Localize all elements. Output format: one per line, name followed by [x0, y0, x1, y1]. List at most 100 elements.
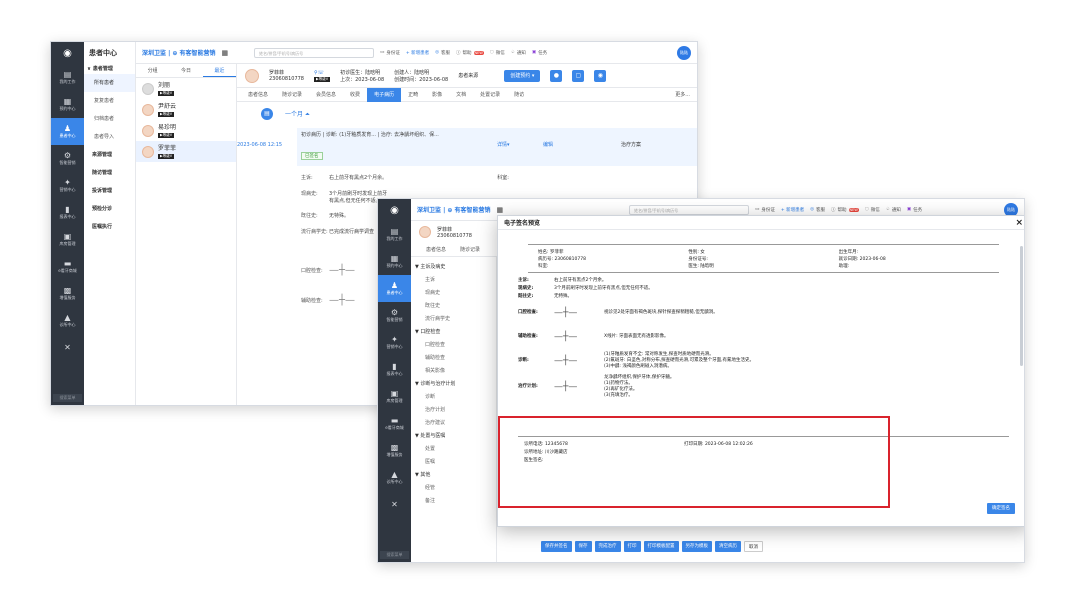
rail-item-service[interactable]: ▩ 增值服务 [378, 437, 411, 464]
tab-patient-info[interactable]: 患者信息 [241, 88, 275, 102]
wechat-button[interactable]: ◌ 微信 [490, 50, 505, 56]
menu-group-orders[interactable]: 医嘱执行 [84, 218, 135, 236]
tab-treatment[interactable]: 处置记录 [473, 88, 507, 102]
search-input[interactable]: 姓名/拼音/手机号/病历号 [629, 204, 750, 215]
customer-button[interactable]: ◎ 客服 [435, 50, 450, 56]
rail-item-appt[interactable]: ▦ 预约中心 [378, 248, 411, 275]
rail-item-appt[interactable]: ▦ 预约中心 [51, 91, 84, 118]
tab-patient-info[interactable]: 患者信息 [419, 243, 453, 257]
task-button[interactable]: ▣ 任务 [532, 50, 547, 56]
tab-charge[interactable]: 收费 [343, 88, 367, 102]
tab-today[interactable]: 今日 [169, 64, 202, 77]
menu-search[interactable]: 搜索菜单 [380, 551, 409, 559]
rail-item-sales[interactable]: ✦ 营销中心 [378, 329, 411, 356]
tab-image[interactable]: 影像 [425, 88, 449, 102]
print-button[interactable]: 打印 [623, 541, 641, 552]
list-item[interactable]: 罗菲菲 ▶等级V [136, 141, 236, 162]
rail-item-tools[interactable]: ✕ [51, 334, 84, 361]
clear-record-button[interactable]: 清空病历 [715, 541, 741, 552]
finish-button[interactable]: 完成治疗 [594, 541, 621, 552]
save-button[interactable]: 保存 [574, 541, 592, 552]
timeline-icon[interactable]: ▤ [261, 108, 273, 120]
idcard-button[interactable]: ▭ 身份证 [380, 50, 400, 56]
rail-item-marketing[interactable]: ⚙ 智能营销 [51, 145, 84, 172]
new-patient-button[interactable]: + 新增患者 [781, 207, 804, 213]
help-button[interactable]: ⓘ 帮助 NEW [831, 207, 859, 213]
rail-item-tools[interactable]: ✕ [378, 491, 411, 518]
task-button[interactable]: ▣ 任务 [907, 207, 922, 213]
rail-item-report[interactable]: ▮ 报表中心 [378, 356, 411, 383]
menu-search[interactable]: 搜索菜单 [53, 394, 82, 402]
help-button[interactable]: ⓘ 帮助 NEW [456, 50, 484, 56]
edit-link[interactable]: 编辑 [543, 141, 553, 148]
tab-more[interactable]: 更多... [668, 88, 697, 102]
rail-item-patient[interactable]: ♟ 患者中心 [51, 118, 84, 145]
rail-item-patient[interactable]: ♟ 患者中心 [378, 275, 411, 302]
menu-item-archive[interactable]: 归档患者 [84, 110, 135, 128]
tab-docs[interactable]: 文档 [449, 88, 473, 102]
avatar [142, 124, 154, 137]
menu-group-source[interactable]: 来源管理 [84, 146, 135, 164]
tooth-chart-icon: —┼— [554, 308, 578, 318]
notice-button[interactable]: ♤ 通知 [511, 50, 526, 56]
rail-item-mall[interactable]: ▬ e看牙商城 [51, 253, 84, 280]
rail-item-work[interactable]: ▤ 我的工作 [51, 64, 84, 91]
rail-item-store[interactable]: ▣ 库房管理 [51, 226, 84, 253]
patient-icon: ♟ [63, 124, 72, 133]
confirm-sign-button[interactable]: 确定签名 [987, 503, 1015, 514]
close-icon[interactable]: × [1015, 218, 1023, 228]
menu-item-return[interactable]: 复复患者 [84, 92, 135, 110]
brand-title[interactable]: 深圳卫监 | ⊕ 有客智能营销 [142, 48, 216, 57]
rail-item-store[interactable]: ▣ 库房管理 [378, 383, 411, 410]
tab-followup[interactable]: 随访 [507, 88, 531, 102]
notice-button[interactable]: ♤ 通知 [886, 207, 901, 213]
menu-group-followup[interactable]: 随访管理 [84, 164, 135, 182]
menu-group-patient[interactable]: ∨ 患者管理 [84, 64, 135, 74]
user-avatar[interactable]: 陆陆 [677, 45, 691, 60]
list-item[interactable]: 刘丽 ▶等级V [136, 78, 236, 99]
modal-scrollbar[interactable] [1020, 246, 1023, 366]
print-config-button[interactable]: 打印模板配置 [643, 541, 679, 552]
grid-icon[interactable]: ▦ [497, 206, 504, 214]
rail-item-clinic[interactable]: ▲ 诊所中心 [378, 464, 411, 491]
settings-icon[interactable]: ◉ [594, 69, 607, 82]
tab-emr[interactable]: 电子病历 [367, 87, 402, 102]
rail-item-service[interactable]: ▩ 增值服务 [51, 280, 84, 307]
list-item[interactable]: 尹舒云 ▶等级V [136, 99, 236, 120]
rail-item-mall[interactable]: ▬ e看牙商城 [378, 410, 411, 437]
save-sign-button[interactable]: 保存并签名 [541, 541, 572, 552]
rail-item-marketing[interactable]: ⚙ 智能营销 [378, 302, 411, 329]
phone-icon[interactable]: ⚲☏ [314, 70, 330, 76]
save-template-button[interactable]: 另存为模板 [681, 541, 712, 552]
menu-group-triage[interactable]: 预检分诊 [84, 200, 135, 218]
new-patient-button[interactable]: + 新增患者 [406, 50, 429, 56]
tab-recent[interactable]: 最近 [202, 64, 236, 77]
customer-button[interactable]: ◎ 客服 [810, 207, 825, 213]
wechat-button[interactable]: ◌ 微信 [865, 207, 880, 213]
copy-icon[interactable]: ▢ [572, 69, 585, 82]
tab-ortho[interactable]: 正畸 [401, 88, 425, 102]
grid-icon[interactable]: ▦ [222, 49, 229, 57]
menu-item-import[interactable]: 患者导入 [84, 128, 135, 146]
service-icon: ▩ [390, 443, 399, 452]
menu-group-complaint[interactable]: 投诉管理 [84, 182, 135, 200]
cancel-button[interactable]: 取消 [744, 541, 763, 552]
search-input[interactable]: 姓名/拼音/手机号/病历号 [254, 47, 375, 58]
chat-icon[interactable]: ● [550, 69, 563, 82]
list-item[interactable]: 易珍明 ▶等级V [136, 120, 236, 141]
month-filter[interactable]: 一个月 ⏶ [285, 109, 310, 119]
detail-link[interactable]: 详情▾ [497, 141, 510, 148]
tab-member[interactable]: 会员信息 [309, 88, 343, 102]
create-appointment-button[interactable]: 创建预约 ▾ [504, 69, 541, 82]
brand-title[interactable]: 深圳卫监 | ⊕ 有客智能营销 [417, 205, 491, 214]
rail-item-clinic[interactable]: ▲ 诊所中心 [51, 307, 84, 334]
rail-item-work[interactable]: ▤ 我的工作 [378, 221, 411, 248]
tab-group[interactable]: 分组 [136, 64, 169, 77]
record-summary[interactable]: 初诊病历 | 诊断: (1)牙釉质发育... | 治疗: 去净龋坏组织、保...… [297, 128, 697, 166]
idcard-button[interactable]: ▭ 身份证 [755, 207, 775, 213]
menu-item-all[interactable]: 所有患者 [84, 74, 135, 92]
rail-item-report[interactable]: ▮ 报表中心 [51, 199, 84, 226]
tab-visits[interactable]: 随诊记录 [453, 243, 487, 257]
rail-item-sales[interactable]: ✦ 营销中心 [51, 172, 84, 199]
tab-visits[interactable]: 随诊记录 [275, 88, 309, 102]
